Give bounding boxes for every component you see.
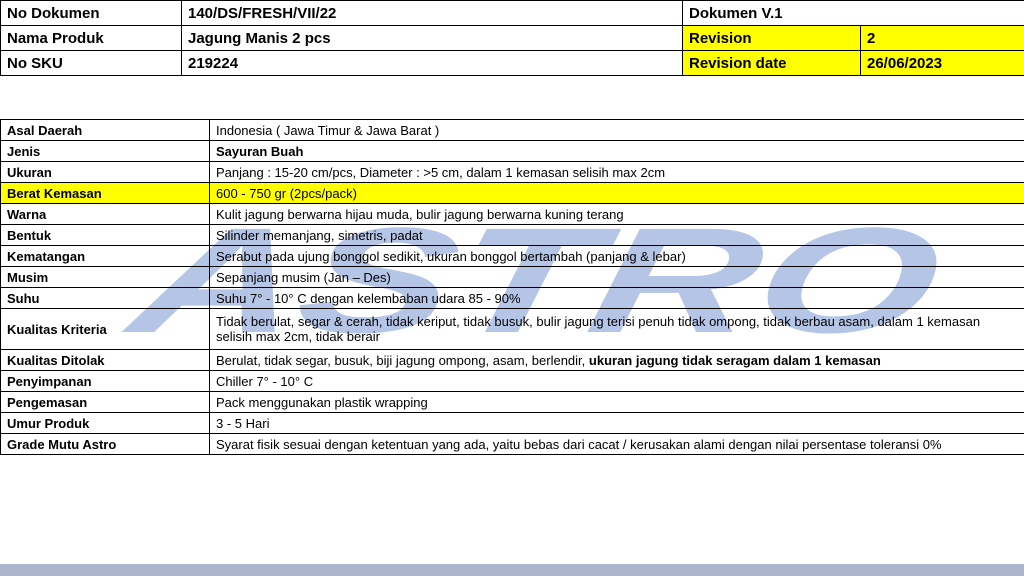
ditolak-bold-value: ukuran jagung tidak seragam dalam 1 kema… — [588, 352, 881, 368]
doc-no-label: No Dokumen — [0, 0, 182, 26]
spec-row-ukuran: Ukuran Panjang : 15-20 cm/pcs, Diameter … — [0, 161, 1024, 183]
penyimpanan-label: Penyimpanan — [0, 370, 210, 392]
bottom-bar — [0, 564, 1024, 576]
spec-row-pengemasan: Pengemasan Pack menggunakan plastik wrap… — [0, 391, 1024, 413]
asal-value: Indonesia ( Jawa Timur & Jawa Barat ) — [209, 119, 1024, 141]
revision-date-label: Revision date — [682, 50, 861, 76]
sku-label: No SKU — [0, 50, 182, 76]
umur-value: 3 - 5 Hari — [209, 412, 1024, 434]
product-value: Jagung Manis 2 pcs — [181, 25, 683, 51]
ukuran-value: Panjang : 15-20 cm/pcs, Diameter : >5 cm… — [209, 161, 1024, 183]
spec-row-bentuk: Bentuk Silinder memanjang, simetris, pad… — [0, 224, 1024, 246]
doc-no-value: 140/DS/FRESH/VII/22 — [181, 0, 683, 26]
grade-value: Syarat fisik sesuai dengan ketentuan yan… — [209, 433, 1024, 455]
spec-row-kematangan: Kematangan Serabut pada ujung bonggol se… — [0, 245, 1024, 267]
header-row-doc-no: No Dokumen 140/DS/FRESH/VII/22 Dokumen V… — [0, 0, 1024, 26]
spec-row-jenis: Jenis Sayuran Buah — [0, 140, 1024, 162]
musim-value: Sepanjang musim (Jan – Des) — [209, 266, 1024, 288]
ukuran-label: Ukuran — [0, 161, 210, 183]
sku-value: 219224 — [181, 50, 683, 76]
musim-label: Musim — [0, 266, 210, 288]
kematangan-label: Kematangan — [0, 245, 210, 267]
penyimpanan-value: Chiller 7° - 10° C — [209, 370, 1024, 392]
revision-date-value: 26/06/2023 — [860, 50, 1024, 76]
spec-row-warna: Warna Kulit jagung berwarna hijau muda, … — [0, 203, 1024, 225]
product-spec-table: Asal Daerah Indonesia ( Jawa Timur & Jaw… — [0, 119, 1024, 455]
revision-value: 2 — [860, 25, 1024, 51]
suhu-value: Suhu 7° - 10° C dengan kelembaban udara … — [209, 287, 1024, 309]
spec-row-umur: Umur Produk 3 - 5 Hari — [0, 412, 1024, 434]
ditolak-value: Berulat, tidak segar, busuk, biji jagung… — [216, 352, 586, 368]
spec-row-kriteria: Kualitas Kriteria Tidak berulat, segar &… — [0, 308, 1024, 350]
jenis-value: Sayuran Buah — [209, 140, 1024, 162]
suhu-label: Suhu — [0, 287, 210, 309]
spec-row-berat: Berat Kemasan 600 - 750 gr (2pcs/pack) — [0, 182, 1024, 204]
grade-label: Grade Mutu Astro — [0, 433, 210, 455]
spec-row-suhu: Suhu Suhu 7° - 10° C dengan kelembaban u… — [0, 287, 1024, 309]
spec-row-asal: Asal Daerah Indonesia ( Jawa Timur & Jaw… — [0, 119, 1024, 141]
doc-version: Dokumen V.1 — [682, 0, 1024, 26]
spec-row-ditolak: Kualitas Ditolak Berulat, tidak segar, b… — [0, 349, 1024, 371]
pengemasan-label: Pengemasan — [0, 391, 210, 413]
berat-value: 600 - 750 gr (2pcs/pack) — [209, 182, 1024, 204]
spec-row-penyimpanan: Penyimpanan Chiller 7° - 10° C — [0, 370, 1024, 392]
berat-label: Berat Kemasan — [0, 182, 210, 204]
ditolak-label: Kualitas Ditolak — [0, 349, 210, 371]
bentuk-value: Silinder memanjang, simetris, padat — [209, 224, 1024, 246]
umur-label: Umur Produk — [0, 412, 210, 434]
asal-label: Asal Daerah — [0, 119, 210, 141]
product-label: Nama Produk — [0, 25, 182, 51]
ditolak-cell: Berulat, tidak segar, busuk, biji jagung… — [209, 349, 1024, 371]
spec-row-grade: Grade Mutu Astro Syarat fisik sesuai den… — [0, 433, 1024, 455]
header-row-sku: No SKU 219224 Revision date 26/06/2023 — [0, 50, 1024, 76]
warna-label: Warna — [0, 203, 210, 225]
pengemasan-value: Pack menggunakan plastik wrapping — [209, 391, 1024, 413]
revision-label: Revision — [682, 25, 861, 51]
header-row-product: Nama Produk Jagung Manis 2 pcs Revision … — [0, 25, 1024, 51]
kriteria-value: Tidak berulat, segar & cerah, tidak keri… — [209, 308, 1024, 350]
kriteria-label: Kualitas Kriteria — [0, 308, 210, 350]
spec-row-musim: Musim Sepanjang musim (Jan – Des) — [0, 266, 1024, 288]
kematangan-value: Serabut pada ujung bonggol sedikit, ukur… — [209, 245, 1024, 267]
warna-value: Kulit jagung berwarna hijau muda, bulir … — [209, 203, 1024, 225]
jenis-label: Jenis — [0, 140, 210, 162]
bentuk-label: Bentuk — [0, 224, 210, 246]
document-header-table: No Dokumen 140/DS/FRESH/VII/22 Dokumen V… — [0, 0, 1024, 76]
